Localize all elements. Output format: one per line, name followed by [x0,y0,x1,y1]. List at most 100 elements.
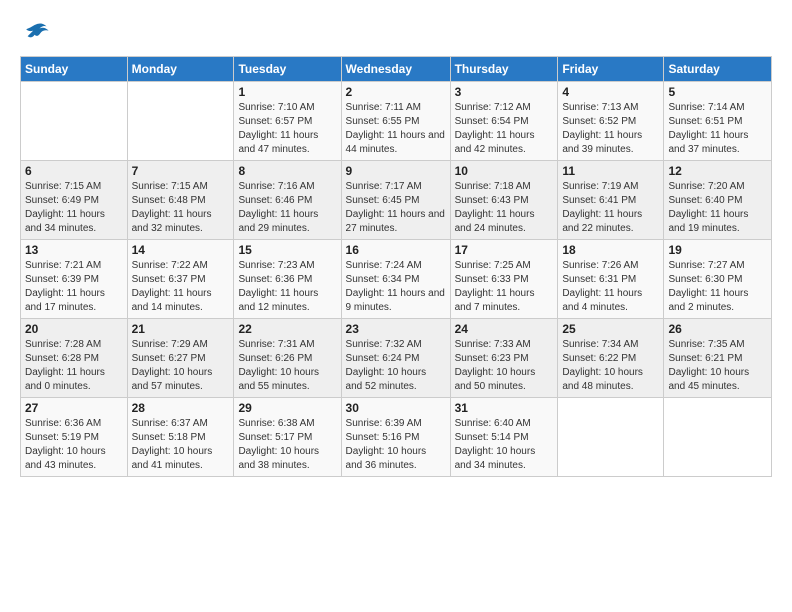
day-info: Sunrise: 7:16 AM Sunset: 6:46 PM Dayligh… [238,180,336,236]
calendar-cell: 20 Sunrise: 7:28 AM Sunset: 6:28 PM Dayli… [21,319,128,398]
day-number: 13 [25,243,123,257]
calendar-cell: 28Sunrise: 6:37 AM Sunset: 5:18 PM Dayli… [127,398,234,477]
calendar-cell [21,82,128,161]
day-number: 19 [668,243,767,257]
calendar-cell: 30 Sunrise: 6:39 AM Sunset: 5:16 PM Dayli… [341,398,450,477]
day-number: 20 [25,322,123,336]
calendar-cell: 1 Sunrise: 7:10 AM Sunset: 6:57 PM Daylig… [234,82,341,161]
day-info: Sunrise: 7:31 AM Sunset: 6:26 PM Dayligh… [238,338,336,394]
day-info: Sunrise: 6:37 AM Sunset: 5:18 PM Dayligh… [132,417,230,473]
weekday-header-thursday: Thursday [450,57,558,82]
calendar-cell: 19 Sunrise: 7:27 AM Sunset: 6:30 PM Dayli… [664,240,772,319]
day-info: Sunrise: 7:15 AM Sunset: 6:48 PM Dayligh… [132,180,230,236]
day-number: 7 [132,164,230,178]
day-number: 10 [455,164,554,178]
day-info: Sunrise: 7:25 AM Sunset: 6:33 PM Dayligh… [455,259,554,315]
calendar-cell [127,82,234,161]
calendar-cell: 17 Sunrise: 7:25 AM Sunset: 6:33 PM Dayli… [450,240,558,319]
day-info: Sunrise: 7:35 AM Sunset: 6:21 PM Dayligh… [668,338,767,394]
day-info: Sunrise: 7:20 AM Sunset: 6:40 PM Dayligh… [668,180,767,236]
calendar-cell: 12 Sunrise: 7:20 AM Sunset: 6:40 PM Dayli… [664,161,772,240]
day-number: 15 [238,243,336,257]
calendar-cell: 11Sunrise: 7:19 AM Sunset: 6:41 PM Dayli… [558,161,664,240]
day-number: 2 [346,85,446,99]
day-info: Sunrise: 7:34 AM Sunset: 6:22 PM Dayligh… [562,338,659,394]
calendar-week-3: 13 Sunrise: 7:21 AM Sunset: 6:39 PM Dayli… [21,240,772,319]
calendar-cell: 15 Sunrise: 7:23 AM Sunset: 6:36 PM Dayli… [234,240,341,319]
logo [20,18,50,46]
day-info: Sunrise: 6:36 AM Sunset: 5:19 PM Dayligh… [25,417,123,473]
day-info: Sunrise: 7:17 AM Sunset: 6:45 PM Dayligh… [346,180,446,236]
day-number: 22 [238,322,336,336]
day-number: 31 [455,401,554,415]
calendar-cell: 2 Sunrise: 7:11 AM Sunset: 6:55 PM Daylig… [341,82,450,161]
day-number: 27 [25,401,123,415]
day-info: Sunrise: 7:24 AM Sunset: 6:34 PM Dayligh… [346,259,446,315]
day-info: Sunrise: 7:28 AM Sunset: 6:28 PM Dayligh… [25,338,123,394]
logo-bird-icon [22,18,50,46]
day-info: Sunrise: 7:33 AM Sunset: 6:23 PM Dayligh… [455,338,554,394]
calendar-cell: 27 Sunrise: 6:36 AM Sunset: 5:19 PM Dayli… [21,398,128,477]
calendar-cell: 22 Sunrise: 7:31 AM Sunset: 6:26 PM Dayli… [234,319,341,398]
day-number: 16 [346,243,446,257]
calendar-week-2: 6 Sunrise: 7:15 AM Sunset: 6:49 PM Daylig… [21,161,772,240]
day-info: Sunrise: 7:15 AM Sunset: 6:49 PM Dayligh… [25,180,123,236]
calendar-week-1: 1 Sunrise: 7:10 AM Sunset: 6:57 PM Daylig… [21,82,772,161]
day-info: Sunrise: 7:19 AM Sunset: 6:41 PM Dayligh… [562,180,659,236]
weekday-header-tuesday: Tuesday [234,57,341,82]
weekday-header-monday: Monday [127,57,234,82]
calendar-cell: 16 Sunrise: 7:24 AM Sunset: 6:34 PM Dayli… [341,240,450,319]
day-number: 21 [132,322,230,336]
calendar-cell: 8 Sunrise: 7:16 AM Sunset: 6:46 PM Daylig… [234,161,341,240]
calendar-cell: 5Sunrise: 7:14 AM Sunset: 6:51 PM Daylig… [664,82,772,161]
day-number: 17 [455,243,554,257]
weekday-header-sunday: Sunday [21,57,128,82]
weekday-header-wednesday: Wednesday [341,57,450,82]
day-info: Sunrise: 6:38 AM Sunset: 5:17 PM Dayligh… [238,417,336,473]
day-info: Sunrise: 7:13 AM Sunset: 6:52 PM Dayligh… [562,101,659,157]
calendar-week-4: 20 Sunrise: 7:28 AM Sunset: 6:28 PM Dayli… [21,319,772,398]
day-info: Sunrise: 7:11 AM Sunset: 6:55 PM Dayligh… [346,101,446,157]
day-number: 5 [668,85,767,99]
day-info: Sunrise: 7:22 AM Sunset: 6:37 PM Dayligh… [132,259,230,315]
header [20,18,772,46]
calendar-cell: 10Sunrise: 7:18 AM Sunset: 6:43 PM Dayli… [450,161,558,240]
page: SundayMondayTuesdayWednesdayThursdayFrid… [0,0,792,487]
day-info: Sunrise: 7:32 AM Sunset: 6:24 PM Dayligh… [346,338,446,394]
day-number: 14 [132,243,230,257]
day-info: Sunrise: 6:40 AM Sunset: 5:14 PM Dayligh… [455,417,554,473]
calendar-week-5: 27 Sunrise: 6:36 AM Sunset: 5:19 PM Dayli… [21,398,772,477]
day-number: 6 [25,164,123,178]
day-number: 24 [455,322,554,336]
day-info: Sunrise: 7:10 AM Sunset: 6:57 PM Dayligh… [238,101,336,157]
day-info: Sunrise: 7:29 AM Sunset: 6:27 PM Dayligh… [132,338,230,394]
day-number: 25 [562,322,659,336]
day-number: 12 [668,164,767,178]
calendar-cell: 7 Sunrise: 7:15 AM Sunset: 6:48 PM Daylig… [127,161,234,240]
calendar-cell: 6 Sunrise: 7:15 AM Sunset: 6:49 PM Daylig… [21,161,128,240]
day-info: Sunrise: 7:21 AM Sunset: 6:39 PM Dayligh… [25,259,123,315]
calendar-cell: 14 Sunrise: 7:22 AM Sunset: 6:37 PM Dayli… [127,240,234,319]
day-info: Sunrise: 7:27 AM Sunset: 6:30 PM Dayligh… [668,259,767,315]
day-info: Sunrise: 6:39 AM Sunset: 5:16 PM Dayligh… [346,417,446,473]
calendar-cell: 23 Sunrise: 7:32 AM Sunset: 6:24 PM Dayli… [341,319,450,398]
day-number: 30 [346,401,446,415]
day-number: 8 [238,164,336,178]
day-number: 1 [238,85,336,99]
calendar-cell: 25 Sunrise: 7:34 AM Sunset: 6:22 PM Dayli… [558,319,664,398]
day-info: Sunrise: 7:26 AM Sunset: 6:31 PM Dayligh… [562,259,659,315]
weekday-header-saturday: Saturday [664,57,772,82]
weekday-header-friday: Friday [558,57,664,82]
day-number: 23 [346,322,446,336]
day-number: 3 [455,85,554,99]
day-number: 18 [562,243,659,257]
calendar-cell: 18 Sunrise: 7:26 AM Sunset: 6:31 PM Dayli… [558,240,664,319]
calendar-header-row: SundayMondayTuesdayWednesdayThursdayFrid… [21,57,772,82]
day-number: 26 [668,322,767,336]
calendar-cell: 26 Sunrise: 7:35 AM Sunset: 6:21 PM Dayli… [664,319,772,398]
day-number: 4 [562,85,659,99]
calendar-cell: 31 Sunrise: 6:40 AM Sunset: 5:14 PM Dayli… [450,398,558,477]
calendar-cell [664,398,772,477]
calendar-cell: 21 Sunrise: 7:29 AM Sunset: 6:27 PM Dayli… [127,319,234,398]
day-info: Sunrise: 7:23 AM Sunset: 6:36 PM Dayligh… [238,259,336,315]
